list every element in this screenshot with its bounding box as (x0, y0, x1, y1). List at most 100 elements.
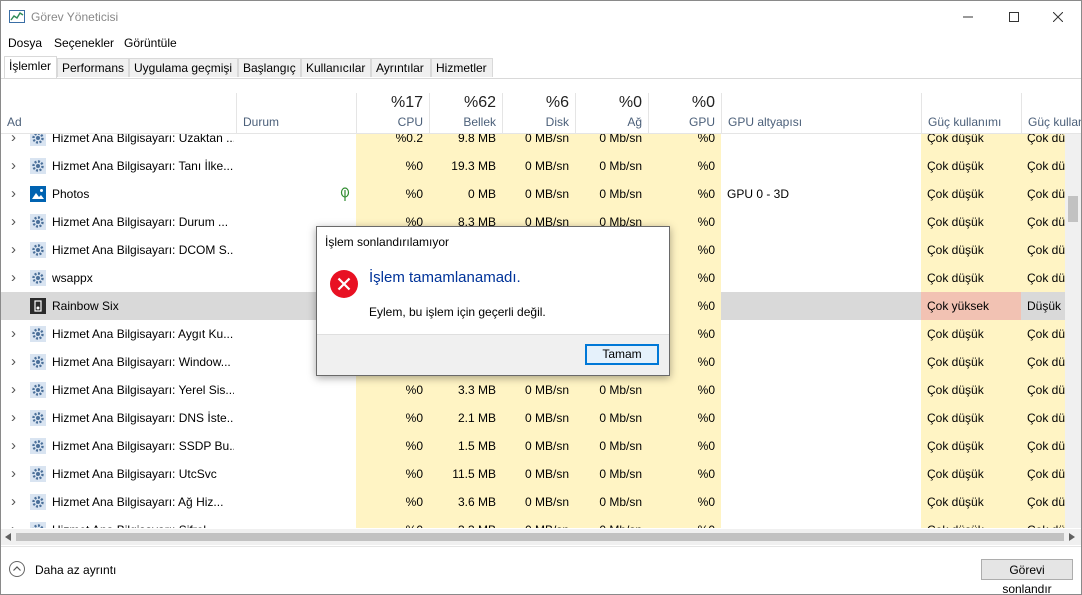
expand-chevron-icon[interactable]: › (11, 264, 21, 292)
horizontal-scrollbar[interactable] (1, 529, 1081, 545)
power-usage-cell: Çok düşük (921, 432, 1021, 460)
gpu-engine-cell (721, 236, 921, 264)
minimize-icon (963, 16, 973, 18)
column-status[interactable]: Durum (236, 93, 356, 133)
expand-chevron-icon[interactable]: › (11, 432, 21, 460)
table-row[interactable]: › Hizmet Ana Bilgisayarı: Uzaktan ... %0.2… (1, 134, 1065, 152)
menu-options[interactable]: Seçenekler (54, 36, 114, 50)
ok-button[interactable]: Tamam (585, 344, 659, 365)
column-gpu[interactable]: %0 GPU (648, 93, 721, 133)
disk-cell: 0 MB/sn (502, 180, 575, 208)
scroll-right-arrow-icon[interactable] (1069, 533, 1075, 541)
expand-chevron-icon[interactable]: › (11, 180, 21, 208)
power-trend-cell: Çok dü (1021, 516, 1065, 528)
expand-chevron-icon[interactable]: › (11, 236, 21, 264)
power-usage-cell: Çok düşük (921, 404, 1021, 432)
disk-cell: 0 MB/sn (502, 134, 575, 152)
process-name: Hizmet Ana Bilgisayarı: DCOM S... (52, 243, 234, 257)
gear-icon (30, 158, 46, 174)
power-usage-cell: Çok düşük (921, 460, 1021, 488)
column-memory[interactable]: %62 Bellek (429, 93, 502, 133)
gpu-engine-cell (721, 432, 921, 460)
disk-total: %6 (545, 94, 569, 111)
gpu-engine-cell (721, 320, 921, 348)
table-row[interactable]: › Hizmet Ana Bilgisayarı: SSDP Bu... %0 1.5… (1, 432, 1065, 460)
power-usage-cell: Çok düşük (921, 208, 1021, 236)
less-details-link[interactable]: Daha az ayrıntı (35, 563, 116, 577)
tab-startup[interactable]: Başlangıç (238, 58, 301, 77)
cpu-cell: %0 (356, 460, 429, 488)
less-details-button[interactable] (9, 561, 25, 577)
maximize-button[interactable] (991, 1, 1037, 33)
tab-users[interactable]: Kullanıcılar (301, 58, 371, 77)
power-trend-cell: Çok dü (1021, 134, 1065, 152)
table-row[interactable]: › Photos %0 0 MB 0 MB/sn 0 Mb/sn %0 GPU 0 - 3D Ç… (1, 180, 1065, 208)
cpu-cell: %0 (356, 432, 429, 460)
table-row[interactable]: › Hizmet Ana Bilgisayarı: DNS İste... %0 2.… (1, 404, 1065, 432)
column-power-trend-label: Güç kullan (1028, 115, 1081, 129)
power-usage-cell: Çok düşük (921, 236, 1021, 264)
column-network[interactable]: %0 Ağ (575, 93, 648, 133)
process-name: Hizmet Ana Bilgisayarı: Window... (52, 355, 231, 369)
expand-chevron-icon[interactable]: › (11, 404, 21, 432)
disk-cell: 0 MB/sn (502, 376, 575, 404)
power-usage-cell: Çok düşük (921, 180, 1021, 208)
table-row[interactable]: › Hizmet Ana Bilgisayarı: Yerel Sis... %0 3… (1, 376, 1065, 404)
cpu-total: %17 (390, 94, 423, 111)
close-button[interactable] (1035, 1, 1081, 33)
vertical-scrollbar[interactable] (1065, 134, 1081, 528)
gpu-cell: %0 (648, 404, 721, 432)
scroll-left-arrow-icon[interactable] (5, 533, 11, 541)
memory-cell: 2.1 MB (429, 404, 502, 432)
menu-view[interactable]: Görüntüle (124, 36, 177, 50)
column-cpu[interactable]: %17 CPU (356, 93, 429, 133)
column-disk[interactable]: %6 Disk (502, 93, 575, 133)
gpu-engine-cell (721, 376, 921, 404)
menu-file[interactable]: Dosya (8, 36, 42, 50)
network-cell: 0 Mb/sn (575, 460, 648, 488)
gear-icon (30, 326, 46, 342)
error-dialog: İşlem sonlandırılamıyor İşlem tamamlanam… (316, 226, 670, 376)
disk-cell: 0 MB/sn (502, 404, 575, 432)
expand-chevron-icon[interactable]: › (11, 348, 21, 376)
tab-processes[interactable]: İşlemler (4, 56, 57, 78)
gpu-engine-cell (721, 460, 921, 488)
table-row[interactable]: ›Hizmet Ana Bilgisayarı: Sifrel...%03.3 … (1, 516, 1065, 528)
vertical-scroll-thumb[interactable] (1068, 196, 1078, 222)
column-power[interactable]: Güç kullanımı (921, 93, 1021, 133)
expand-chevron-icon[interactable]: › (11, 320, 21, 348)
gpu-cell: %0 (648, 180, 721, 208)
expand-chevron-icon[interactable]: › (11, 488, 21, 516)
photos-icon (30, 186, 46, 202)
power-usage-cell: Çok yüksek (921, 292, 1021, 320)
column-power-trend[interactable]: Güç kullan (1021, 93, 1081, 133)
horizontal-scroll-thumb[interactable] (16, 533, 1064, 541)
table-row[interactable]: › Hizmet Ana Bilgisayarı: UtcSvc %0 11.5 MB… (1, 460, 1065, 488)
cpu-cell: %0 (356, 376, 429, 404)
task-manager-icon (9, 10, 25, 23)
expand-chevron-icon[interactable]: › (11, 460, 21, 488)
tab-details[interactable]: Ayrıntılar (371, 58, 431, 77)
expand-chevron-icon[interactable]: › (11, 376, 21, 404)
expand-chevron-icon[interactable]: › (11, 134, 21, 152)
menu-bar: Dosya Seçenekler Görüntüle (1, 33, 1081, 53)
title-bar[interactable]: Görev Yöneticisi (1, 1, 1081, 33)
memory-cell: 3.6 MB (429, 488, 502, 516)
tab-services[interactable]: Hizmetler (431, 58, 493, 77)
power-usage-cell: Çok düşük (921, 348, 1021, 376)
expand-chevron-icon[interactable]: › (11, 208, 21, 236)
power-usage-cell: Çok düşük (921, 376, 1021, 404)
expand-chevron-icon[interactable]: › (11, 152, 21, 180)
table-row[interactable]: › Hizmet Ana Bilgisayarı: Ağ Hiz... %0 3.6 … (1, 488, 1065, 516)
column-gpu-engine[interactable]: GPU altyapısı (721, 93, 921, 133)
table-row[interactable]: › Hizmet Ana Bilgisayarı: Tanı İlke... %0 1… (1, 152, 1065, 180)
end-task-button[interactable]: Görevi sonlandır (981, 559, 1073, 594)
window-title: Görev Yöneticisi (31, 10, 119, 24)
gear-icon (30, 354, 46, 370)
expand-chevron-icon[interactable]: › (11, 516, 21, 528)
cpu-cell: %0 (356, 180, 429, 208)
minimize-button[interactable] (945, 1, 991, 33)
column-name[interactable]: Ad (1, 93, 236, 133)
tab-app-history[interactable]: Uygulama geçmişi (129, 58, 238, 77)
tab-performance[interactable]: Performans (57, 58, 129, 77)
